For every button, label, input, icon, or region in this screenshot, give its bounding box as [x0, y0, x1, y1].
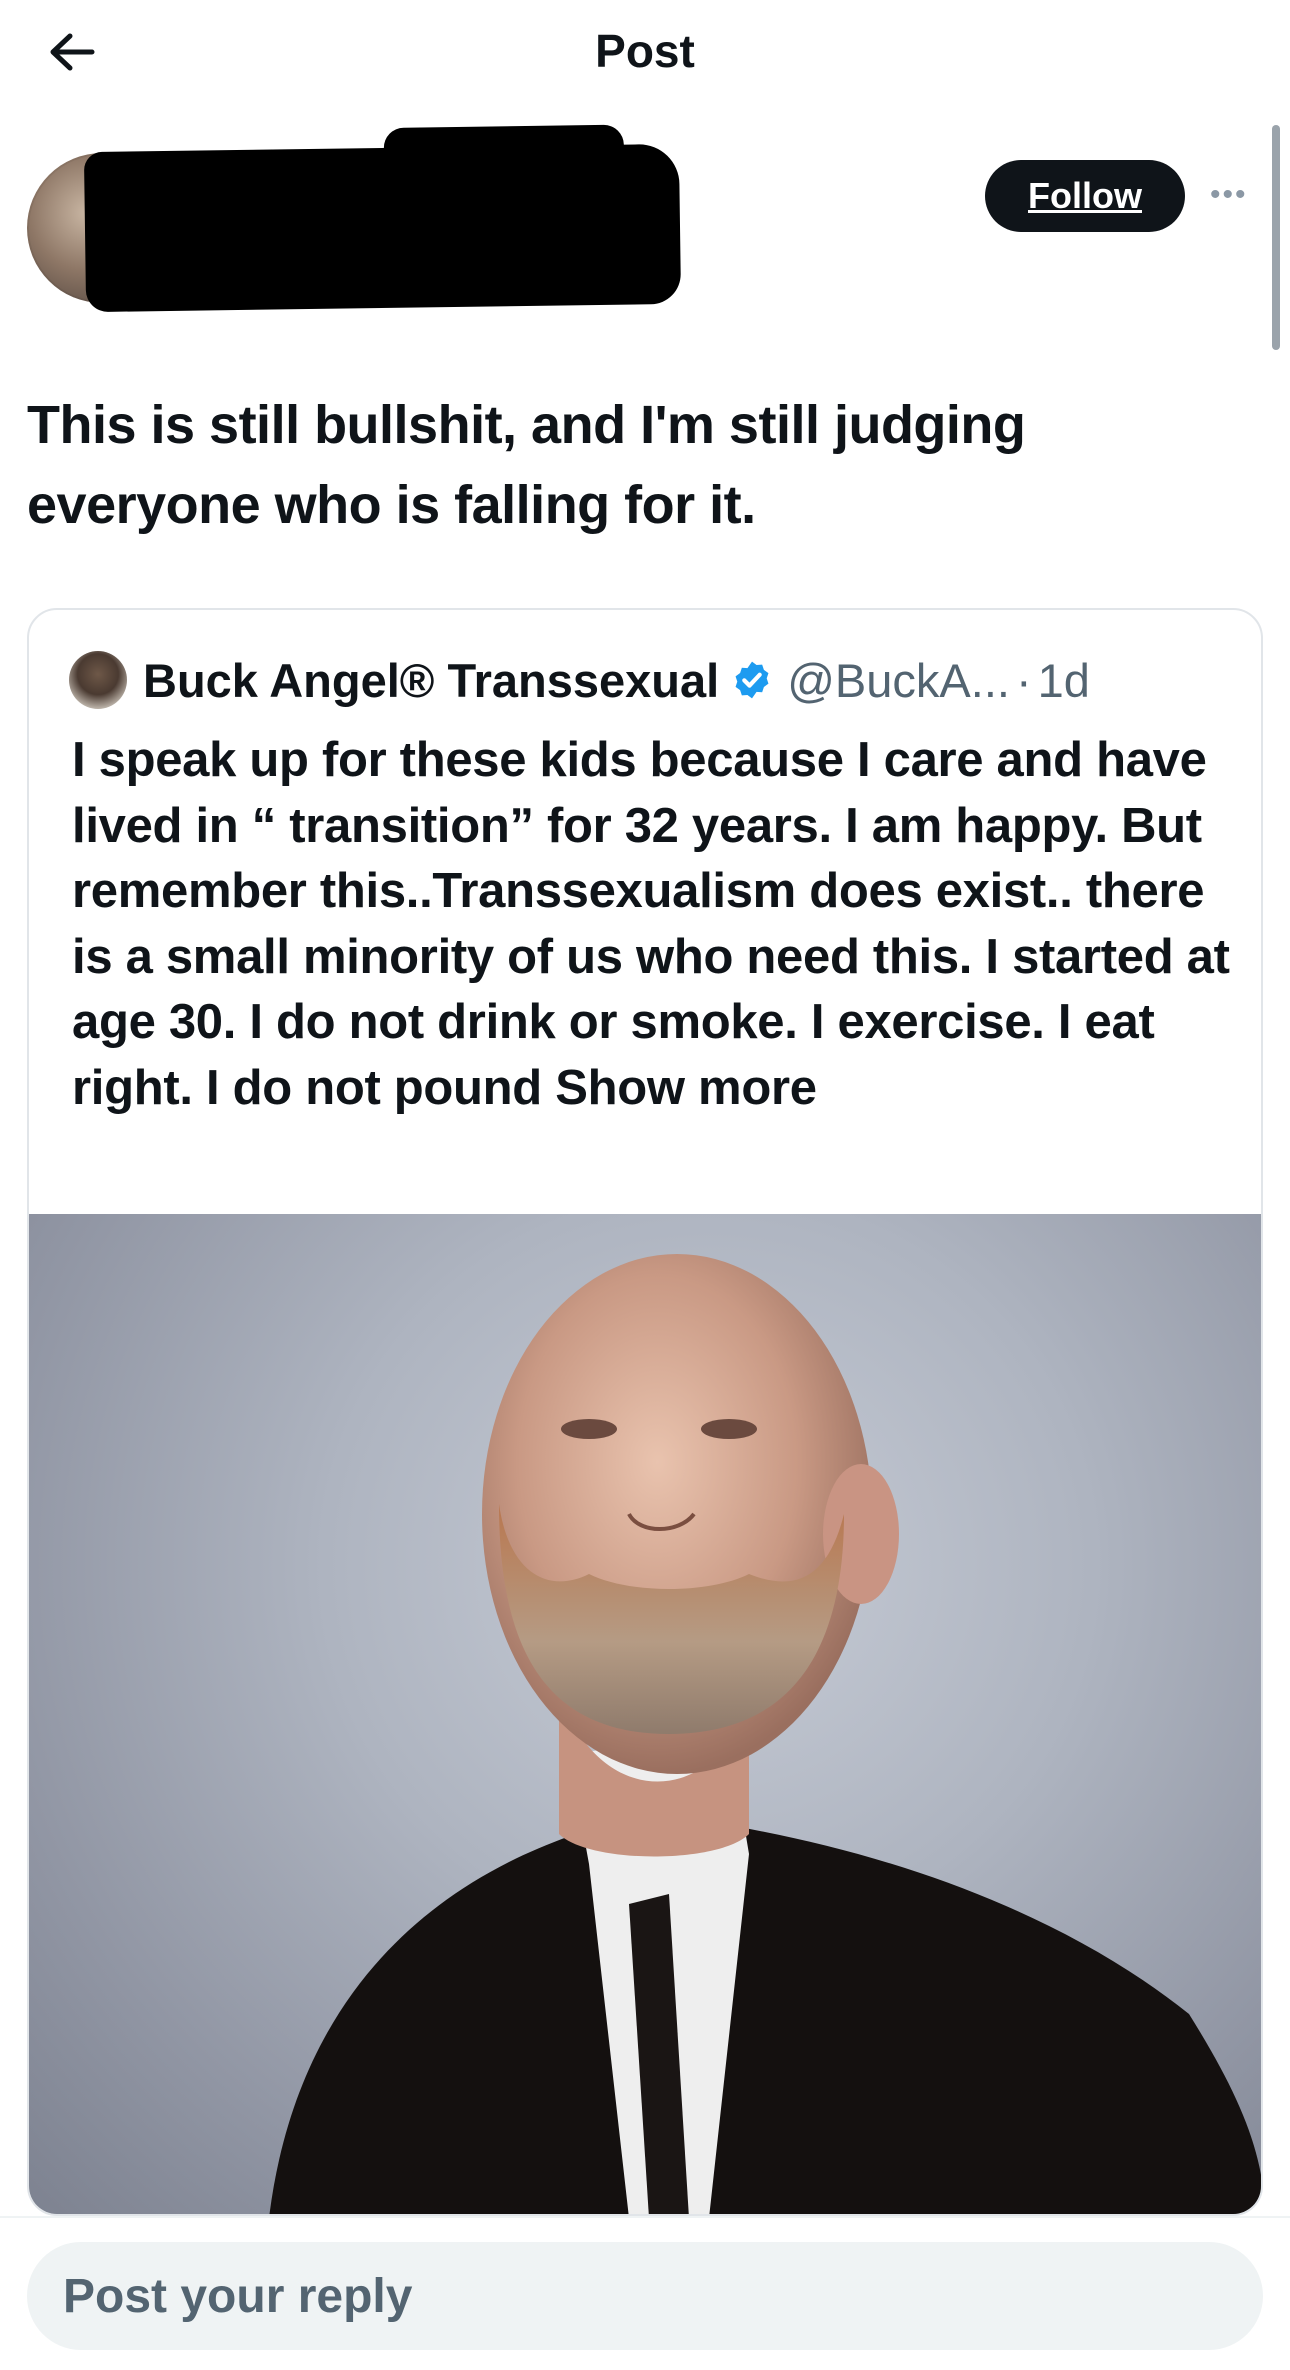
- more-options-icon[interactable]: •••: [1210, 180, 1260, 210]
- quoted-post-card[interactable]: Buck Angel® Transsexual @BuckA... · 1d I…: [27, 608, 1263, 2216]
- reply-input[interactable]: [27, 2242, 1263, 2350]
- quoted-author-avatar: [69, 651, 127, 709]
- top-bar: Post: [0, 0, 1290, 100]
- portrait-photo: [269, 1254, 1261, 2214]
- post-author-row: Follow •••: [0, 140, 1290, 313]
- quoted-author-name: Buck Angel® Transsexual: [143, 653, 720, 707]
- quoted-author-handle: @BuckA...: [787, 653, 1010, 707]
- post-time: 1d: [1037, 653, 1090, 707]
- post-text: This is still bullshit, and I'm still ju…: [27, 395, 1026, 535]
- quoted-post-photo[interactable]: [29, 1214, 1261, 2214]
- redacted-author-name: [83, 143, 682, 313]
- follow-button[interactable]: Follow: [985, 160, 1185, 232]
- meta-separator: ·: [1015, 653, 1032, 707]
- show-more-link[interactable]: Show more: [555, 1061, 817, 1115]
- quoted-post-body: I speak up for these kids because I care…: [72, 733, 1230, 1115]
- page-title: Post: [595, 25, 695, 77]
- quoted-post-text: I speak up for these kids because I care…: [72, 728, 1232, 1121]
- verified-badge-icon: [735, 661, 769, 699]
- reply-bar: [0, 2216, 1290, 2370]
- quoted-post-header: Buck Angel® Transsexual @BuckA... · 1d: [69, 650, 1090, 710]
- scrollbar[interactable]: [1272, 125, 1280, 350]
